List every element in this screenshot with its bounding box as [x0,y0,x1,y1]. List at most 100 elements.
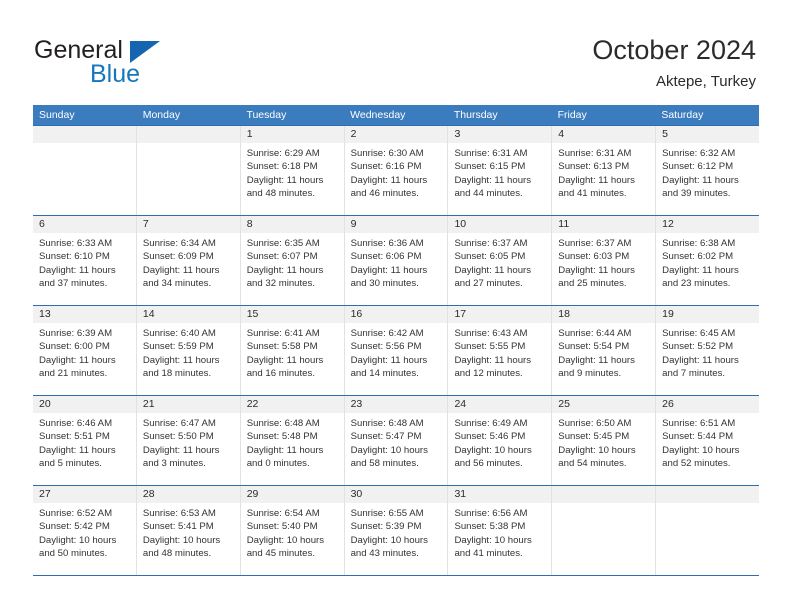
daylight-text-line2: and 50 minutes. [39,548,108,560]
calendar-day-cell[interactable]: 26 Sunrise: 6:51 AM Sunset: 5:44 PM Dayligh… [656,396,760,485]
sunset-text: Sunset: 6:05 PM [454,251,526,263]
sunrise-text: Sunrise: 6:30 AM [350,148,424,159]
daylight-text-line2: and 54 minutes. [558,458,627,470]
sunset-text: Sunset: 5:58 PM [246,341,318,353]
daylight-text-line2: and 44 minutes. [454,188,523,200]
calendar-day-cell[interactable]: 16 Sunrise: 6:42 AM Sunset: 5:56 PM Dayligh… [344,306,449,395]
sunrise-text: Sunrise: 6:40 AM [142,328,216,339]
day-sun-info: Sunrise: 6:36 AM Sunset: 6:06 PM Daylight:… [345,233,448,291]
sunrise-text: Sunrise: 6:47 AM [142,418,216,429]
day-number: 22 [240,396,344,413]
calendar-day-cell[interactable]: 28 Sunrise: 6:53 AM Sunset: 5:41 PM Dayligh… [136,486,241,575]
day-number [136,126,240,143]
daylight-text-line2: and 45 minutes. [246,548,315,560]
sunrise-text: Sunrise: 6:48 AM [350,418,424,429]
daylight-text-line1: Daylight: 10 hours [142,534,221,546]
calendar-week-row: 27 Sunrise: 6:52 AM Sunset: 5:42 PM Dayligh… [33,485,760,576]
day-sun-info: Sunrise: 6:45 AM Sunset: 5:52 PM Daylight:… [656,323,759,381]
calendar-day-cell[interactable]: 22 Sunrise: 6:48 AM Sunset: 5:48 PM Dayligh… [240,396,345,485]
day-number: 3 [448,126,552,143]
calendar-day-cell[interactable]: 31 Sunrise: 6:56 AM Sunset: 5:38 PM Dayligh… [448,486,553,575]
calendar-day-cell[interactable]: 3 Sunrise: 6:31 AM Sunset: 6:15 PM Daylight… [448,126,553,215]
daylight-text-line1: Daylight: 11 hours [246,264,324,276]
daylight-text-line2: and 30 minutes. [350,278,419,290]
sunrise-text: Sunrise: 6:37 AM [454,238,528,249]
day-number: 20 [33,396,136,413]
day-number: 9 [344,216,448,233]
calendar-day-cell[interactable]: 8 Sunrise: 6:35 AM Sunset: 6:07 PM Daylight… [240,216,345,305]
calendar-day-cell[interactable]: 21 Sunrise: 6:47 AM Sunset: 5:50 PM Dayligh… [136,396,241,485]
calendar-day-cell[interactable]: 20 Sunrise: 6:46 AM Sunset: 5:51 PM Dayligh… [33,396,137,485]
calendar-week-row: 1 Sunrise: 6:29 AM Sunset: 6:18 PM Daylight… [33,125,760,215]
calendar-day-cell[interactable]: 9 Sunrise: 6:36 AM Sunset: 6:06 PM Daylight… [344,216,449,305]
day-sun-info: Sunrise: 6:49 AM Sunset: 5:46 PM Daylight:… [448,413,551,471]
weekday-header-sunday: Sunday [39,109,75,121]
day-number [552,486,656,503]
calendar-day-cell[interactable]: 14 Sunrise: 6:40 AM Sunset: 5:59 PM Dayligh… [136,306,241,395]
calendar-day-cell[interactable]: 11 Sunrise: 6:37 AM Sunset: 6:03 PM Dayligh… [552,216,657,305]
sunrise-text: Sunrise: 6:32 AM [662,148,736,159]
calendar-day-cell-empty [552,486,657,575]
calendar-day-cell[interactable]: 19 Sunrise: 6:45 AM Sunset: 5:52 PM Dayligh… [656,306,760,395]
sunrise-text: Sunrise: 6:42 AM [350,328,424,339]
day-sun-info: Sunrise: 6:30 AM Sunset: 6:16 PM Daylight:… [345,143,448,201]
day-number: 24 [448,396,552,413]
calendar-day-cell[interactable]: 25 Sunrise: 6:50 AM Sunset: 5:45 PM Dayligh… [552,396,657,485]
sunrise-text: Sunrise: 6:54 AM [246,508,320,519]
daylight-text-line2: and 27 minutes. [454,278,523,290]
calendar-day-cell-empty [33,126,137,215]
calendar-day-cell[interactable]: 2 Sunrise: 6:30 AM Sunset: 6:16 PM Daylight… [344,126,449,215]
sunset-text: Sunset: 6:07 PM [246,251,318,263]
calendar-day-cell[interactable]: 17 Sunrise: 6:43 AM Sunset: 5:55 PM Dayligh… [448,306,553,395]
calendar-page: General Blue October 2024 Aktepe, Turkey… [0,0,792,612]
calendar-day-cell[interactable]: 29 Sunrise: 6:54 AM Sunset: 5:40 PM Dayligh… [240,486,345,575]
day-number: 17 [448,306,552,323]
sunset-text: Sunset: 5:39 PM [350,521,422,533]
calendar-day-cell[interactable]: 7 Sunrise: 6:34 AM Sunset: 6:09 PM Daylight… [136,216,241,305]
daylight-text-line2: and 5 minutes. [39,458,102,470]
calendar-day-cell[interactable]: 6 Sunrise: 6:33 AM Sunset: 6:10 PM Daylight… [33,216,137,305]
sunrise-text: Sunrise: 6:39 AM [39,328,113,339]
calendar-day-cell[interactable]: 12 Sunrise: 6:38 AM Sunset: 6:02 PM Dayligh… [656,216,760,305]
calendar-day-cell[interactable]: 15 Sunrise: 6:41 AM Sunset: 5:58 PM Dayligh… [240,306,345,395]
day-sun-info: Sunrise: 6:46 AM Sunset: 5:51 PM Daylight:… [33,413,136,471]
calendar-day-cell[interactable]: 24 Sunrise: 6:49 AM Sunset: 5:46 PM Dayligh… [448,396,553,485]
daylight-text-line1: Daylight: 10 hours [454,534,532,546]
sunrise-text: Sunrise: 6:41 AM [246,328,320,339]
daylight-text-line1: Daylight: 11 hours [558,174,635,186]
calendar-day-cell[interactable]: 18 Sunrise: 6:44 AM Sunset: 5:54 PM Dayligh… [552,306,657,395]
day-number: 7 [136,216,240,233]
calendar-day-cell[interactable]: 4 Sunrise: 6:31 AM Sunset: 6:13 PM Daylight… [552,126,657,215]
daylight-text-line1: Daylight: 11 hours [454,264,532,276]
day-sun-info: Sunrise: 6:48 AM Sunset: 5:47 PM Daylight:… [345,413,448,471]
calendar-day-cell[interactable]: 1 Sunrise: 6:29 AM Sunset: 6:18 PM Daylight… [240,126,345,215]
calendar-day-cell[interactable]: 23 Sunrise: 6:48 AM Sunset: 5:47 PM Dayligh… [344,396,449,485]
daylight-text-line2: and 18 minutes. [142,368,212,380]
day-sun-info: Sunrise: 6:31 AM Sunset: 6:15 PM Daylight:… [448,143,551,201]
daylight-text-line1: Daylight: 11 hours [454,174,532,186]
daylight-text-line1: Daylight: 11 hours [558,354,635,366]
sunrise-text: Sunrise: 6:36 AM [350,238,424,249]
sunset-text: Sunset: 5:41 PM [142,521,214,533]
day-number: 8 [240,216,344,233]
page-title: October 2024 [592,35,756,65]
calendar-day-cell[interactable]: 13 Sunrise: 6:39 AM Sunset: 6:00 PM Dayligh… [33,306,137,395]
sunset-text: Sunset: 5:48 PM [246,431,318,443]
calendar-day-cell[interactable]: 5 Sunrise: 6:32 AM Sunset: 6:12 PM Daylight… [656,126,760,215]
daylight-text-line2: and 41 minutes. [558,188,627,200]
day-sun-info: Sunrise: 6:56 AM Sunset: 5:38 PM Daylight:… [448,503,551,561]
daylight-text-line1: Daylight: 10 hours [454,444,532,456]
daylight-text-line1: Daylight: 10 hours [39,534,117,546]
day-number: 16 [344,306,448,323]
daylight-text-line2: and 21 minutes. [39,368,108,380]
calendar-day-cell[interactable]: 30 Sunrise: 6:55 AM Sunset: 5:39 PM Dayligh… [344,486,449,575]
sunrise-text: Sunrise: 6:50 AM [558,418,632,429]
calendar-day-cell[interactable]: 10 Sunrise: 6:37 AM Sunset: 6:05 PM Dayligh… [448,216,553,305]
sunrise-text: Sunrise: 6:37 AM [558,238,632,249]
calendar-day-cell[interactable]: 27 Sunrise: 6:52 AM Sunset: 5:42 PM Dayligh… [33,486,137,575]
day-number: 28 [136,486,240,503]
day-number: 12 [656,216,760,233]
day-number: 10 [448,216,552,233]
daylight-text-line2: and 48 minutes. [246,188,315,200]
daylight-text-line1: Daylight: 10 hours [350,534,428,546]
